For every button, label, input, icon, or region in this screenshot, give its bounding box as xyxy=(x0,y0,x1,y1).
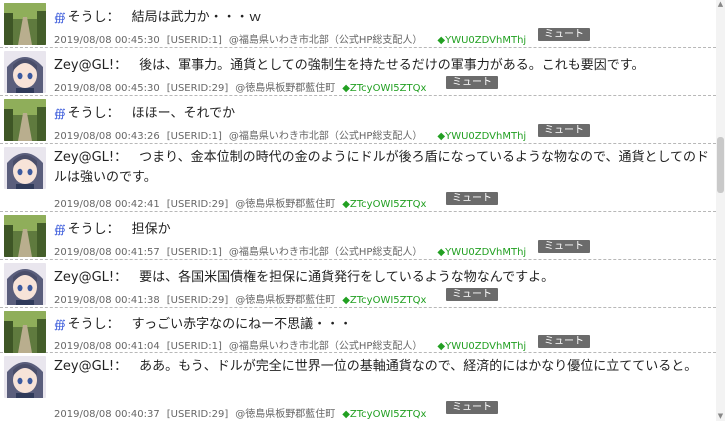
post-trip: ◆ZTcyOWI5ZTQx xyxy=(342,83,427,94)
post-text: ああ。もう、ドルが完全に世界一位の基軸通貨なので、経済的にはかなり優位に立ててい… xyxy=(139,359,698,374)
post-location: @徳島県板野郡藍住町 xyxy=(235,199,336,210)
avatar[interactable] xyxy=(4,215,46,257)
post-trip: ◆YWU0ZDVhMThj xyxy=(437,247,527,258)
post-username: Zey@GL!： xyxy=(54,150,128,165)
post-datetime: 2019/08/08 00:41:04 xyxy=(54,341,160,352)
post-message: ∰ そうし： 結局は武力か・・・ｗ xyxy=(54,6,262,25)
post-location: @福島県いわき市北部（公式HP総支配人） xyxy=(228,341,423,352)
mute-button[interactable]: ミュート xyxy=(446,401,498,414)
post-username: Zey@GL!： xyxy=(54,359,128,374)
post-trip: ◆ZTcyOWI5ZTQx xyxy=(342,295,427,306)
post-datetime: 2019/08/08 00:45:30 xyxy=(54,83,160,94)
post-text: 担保か xyxy=(131,222,171,237)
post-location: @徳島県板野郡藍住町 xyxy=(235,409,336,420)
post-datetime: 2019/08/08 00:40:37 xyxy=(54,409,160,420)
avatar[interactable] xyxy=(4,263,46,305)
post-userid: [USERID:1] xyxy=(166,341,222,352)
post-message: Zey@GL!： ああ。もう、ドルが完全に世界一位の基軸通貨なので、経済的にはかな… xyxy=(54,357,710,377)
mute-button[interactable]: ミュート xyxy=(446,288,498,301)
post-location: @福島県いわき市北部（公式HP総支配人） xyxy=(228,247,423,258)
mute-button[interactable]: ミュート xyxy=(538,335,590,348)
mute-button[interactable]: ミュート xyxy=(538,240,590,253)
post-trip: ◆YWU0ZDVhMThj xyxy=(437,131,527,142)
scrollbar-thumb[interactable] xyxy=(717,137,724,193)
avatar[interactable] xyxy=(4,311,46,353)
post-trip: ◆ZTcyOWI5ZTQx xyxy=(342,199,427,210)
post-username: そうし： xyxy=(67,10,120,25)
post-message: ∰ そうし： 担保か xyxy=(54,218,171,237)
post-message: ∰ そうし： すっごい赤字なのにねー不思議・・・ xyxy=(54,313,352,332)
post-userid: [USERID:29] xyxy=(166,199,229,210)
post-meta: 2019/08/08 00:40:37 [USERID:29] @徳島県板野郡藍住町… xyxy=(54,405,433,420)
post-userid: [USERID:1] xyxy=(166,247,222,258)
mute-button[interactable]: ミュート xyxy=(538,124,590,137)
post-meta: 2019/08/08 00:41:04 [USERID:1] @福島県いわき市北部（… xyxy=(54,337,533,352)
post-datetime: 2019/08/08 00:45:30 xyxy=(54,35,160,46)
post-meta: 2019/08/08 00:43:26 [USERID:1] @福島県いわき市北部（… xyxy=(54,127,533,142)
post-text: ほほー、それでか xyxy=(131,106,236,121)
post-meta: 2019/08/08 00:45:30 [USERID:29] @徳島県板野郡藍住町… xyxy=(54,79,433,94)
post-datetime: 2019/08/08 00:42:41 xyxy=(54,199,160,210)
post-meta: 2019/08/08 00:45:30 [USERID:1] @福島県いわき市北部（… xyxy=(54,31,533,46)
post-datetime: 2019/08/08 00:41:57 xyxy=(54,247,160,258)
post-text: つまり、金本位制の時代の金のようにドルが後ろ盾になっているような物なので、通貨と… xyxy=(54,150,710,185)
post-username: Zey@GL!： xyxy=(54,58,128,73)
post-meta: 2019/08/08 00:41:57 [USERID:1] @福島県いわき市北部（… xyxy=(54,243,533,258)
post-message: Zey@GL!： 要は、各国米国債権を担保に通貨発行をしているような物なんですよ。 xyxy=(54,266,554,285)
avatar[interactable] xyxy=(4,3,46,45)
avatar[interactable] xyxy=(4,51,46,93)
post-location: @福島県いわき市北部（公式HP総支配人） xyxy=(228,35,423,46)
chat-post: Zey@GL!： ああ。もう、ドルが完全に世界一位の基軸通貨なので、経済的にはかな… xyxy=(0,353,716,421)
post-text: すっごい赤字なのにねー不思議・・・ xyxy=(131,317,353,332)
user-mark-icon: ∰ xyxy=(54,107,66,120)
chat-post: ∰ そうし： 担保か 2019/08/08 00:41:57 [USERID:1] @福… xyxy=(0,212,716,260)
post-datetime: 2019/08/08 00:43:26 xyxy=(54,131,160,142)
chat-post: Zey@GL!： つまり、金本位制の時代の金のようにドルが後ろ盾になっているような… xyxy=(0,144,716,212)
post-location: @福島県いわき市北部（公式HP総支配人） xyxy=(228,131,423,142)
avatar[interactable] xyxy=(4,99,46,141)
user-mark-icon: ∰ xyxy=(54,223,66,236)
mute-button[interactable]: ミュート xyxy=(446,76,498,89)
post-text: 後は、軍事力。通貨としての強制生を持たせるだけの軍事力がある。これも要因です。 xyxy=(139,58,645,73)
avatar[interactable] xyxy=(4,147,46,189)
mute-button[interactable]: ミュート xyxy=(446,192,498,205)
post-username: そうし： xyxy=(67,106,120,121)
chat-post: Zey@GL!： 後は、軍事力。通貨としての強制生を持たせるだけの軍事力がある。こ… xyxy=(0,48,716,96)
post-text: 結局は武力か・・・ｗ xyxy=(131,10,262,25)
user-mark-icon: ∰ xyxy=(54,318,66,331)
post-trip: ◆YWU0ZDVhMThj xyxy=(437,35,527,46)
post-message: Zey@GL!： 後は、軍事力。通貨としての強制生を持たせるだけの軍事力がある。こ… xyxy=(54,54,644,73)
post-userid: [USERID:1] xyxy=(166,131,222,142)
post-meta: 2019/08/08 00:42:41 [USERID:29] @徳島県板野郡藍住町… xyxy=(54,195,433,210)
chat-post: ∰ そうし： ほほー、それでか 2019/08/08 00:43:26 [USERID… xyxy=(0,96,716,144)
chat-post: Zey@GL!： 要は、各国米国債権を担保に通貨発行をしているような物なんですよ。… xyxy=(0,260,716,308)
chat-feed: ∰ そうし： 結局は武力か・・・ｗ 2019/08/08 00:45:30 [USER… xyxy=(0,0,716,421)
scroll-up-icon[interactable]: ▲ xyxy=(716,0,725,9)
post-meta: 2019/08/08 00:41:38 [USERID:29] @徳島県板野郡藍住町… xyxy=(54,291,433,306)
post-trip: ◆YWU0ZDVhMThj xyxy=(437,341,527,352)
post-username: そうし： xyxy=(67,317,120,332)
post-location: @徳島県板野郡藍住町 xyxy=(235,83,336,94)
post-userid: [USERID:1] xyxy=(166,35,222,46)
chat-post: ∰ そうし： すっごい赤字なのにねー不思議・・・ 2019/08/08 00:41:… xyxy=(0,308,716,353)
post-username: そうし： xyxy=(67,222,120,237)
post-location: @徳島県板野郡藍住町 xyxy=(235,295,336,306)
post-message: Zey@GL!： つまり、金本位制の時代の金のようにドルが後ろ盾になっているような… xyxy=(54,148,710,188)
post-userid: [USERID:29] xyxy=(166,409,229,420)
post-userid: [USERID:29] xyxy=(166,295,229,306)
post-username: Zey@GL!： xyxy=(54,270,128,285)
chat-post: ∰ そうし： 結局は武力か・・・ｗ 2019/08/08 00:45:30 [USER… xyxy=(0,0,716,48)
post-text: 要は、各国米国債権を担保に通貨発行をしているような物なんですよ。 xyxy=(139,270,555,285)
scroll-down-icon[interactable]: ▼ xyxy=(716,412,725,421)
scrollbar[interactable]: ▲ ▼ xyxy=(716,0,725,421)
post-message: ∰ そうし： ほほー、それでか xyxy=(54,102,235,121)
mute-button[interactable]: ミュート xyxy=(538,28,590,41)
user-mark-icon: ∰ xyxy=(54,11,66,24)
post-datetime: 2019/08/08 00:41:38 xyxy=(54,295,160,306)
avatar[interactable] xyxy=(4,356,46,398)
post-trip: ◆ZTcyOWI5ZTQx xyxy=(342,409,427,420)
post-userid: [USERID:29] xyxy=(166,83,229,94)
